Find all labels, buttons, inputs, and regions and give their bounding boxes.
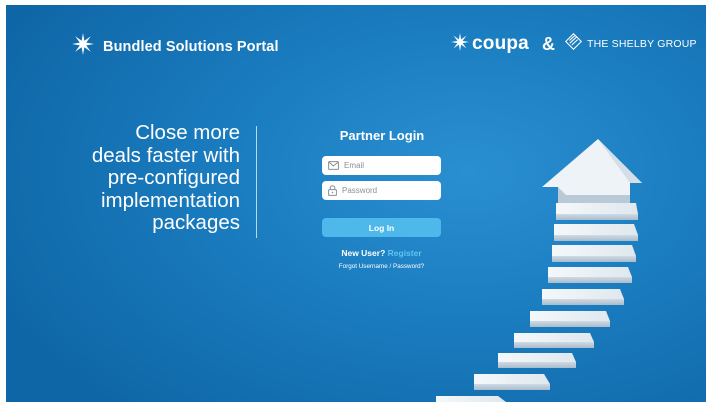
tagline-line: pre-configured	[107, 166, 240, 189]
tagline-line: Close more	[135, 121, 240, 144]
tagline-line: packages	[152, 211, 240, 234]
coupa-star-icon	[451, 32, 469, 56]
lock-icon	[328, 185, 337, 196]
password-input[interactable]	[342, 186, 438, 195]
login-page: Bundled Solutions Portal coupa & THE SHE…	[6, 5, 706, 402]
login-title: Partner Login	[339, 128, 425, 143]
envelope-icon	[328, 161, 339, 170]
shelby-group-logo-text: THE SHELBY GROUP	[586, 38, 697, 50]
tagline-line: deals faster with	[91, 143, 240, 167]
starburst-logo-icon	[72, 33, 94, 60]
tagline-line: implementation	[100, 188, 240, 212]
shelby-group-logo-icon	[564, 32, 583, 55]
email-input[interactable]	[344, 161, 440, 170]
brand-logo[interactable]: Bundled Solutions Portal	[72, 33, 279, 60]
stair-steps	[436, 203, 638, 402]
vertical-divider	[256, 126, 257, 238]
login-button[interactable]: Log In	[322, 218, 441, 237]
coupa-logo-text: coupa	[472, 33, 529, 54]
arrow-head	[542, 139, 642, 203]
password-field[interactable]	[322, 181, 441, 200]
tagline: Close more deals faster with pre-configu…	[20, 121, 240, 235]
forgot-credentials-link[interactable]: Forgot Username / Password?	[322, 263, 441, 270]
register-link[interactable]: Register	[388, 248, 422, 258]
partner-logos: coupa & THE SHELBY GROUP	[451, 32, 697, 56]
new-user-prompt: New User? Register	[322, 248, 441, 258]
brand-title: Bundled Solutions Portal	[103, 38, 279, 55]
email-field[interactable]	[322, 156, 441, 175]
ampersand: &	[541, 34, 555, 54]
new-user-text: New User?	[341, 248, 386, 258]
